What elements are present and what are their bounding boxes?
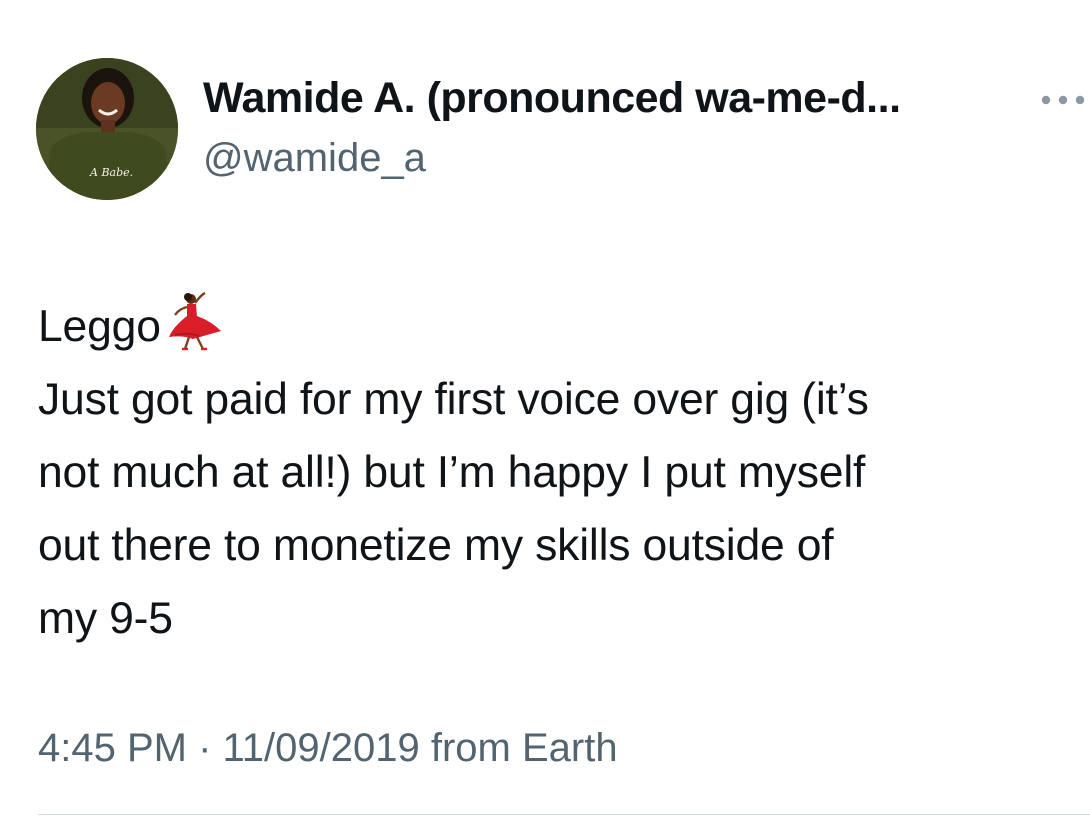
- tweet: A Babe. Wamide A. (pronounced wa-me-d...…: [0, 0, 1090, 822]
- tweet-time[interactable]: 4:45 PM: [38, 726, 187, 770]
- username-handle[interactable]: @wamide_a: [203, 136, 426, 181]
- divider: [38, 814, 1090, 815]
- avatar[interactable]: A Babe.: [36, 58, 178, 200]
- tweet-text: Leggo Just got paid for my first voice o…: [38, 290, 1068, 655]
- tweet-metadata: 4:45 PM · 11/09/2019 from Earth: [38, 726, 618, 771]
- tweet-source: from Earth: [419, 726, 618, 770]
- tweet-line: not much at all!) but I’m happy I put my…: [38, 448, 866, 497]
- avatar-image: A Babe.: [36, 58, 178, 200]
- tweet-date[interactable]: 11/09/2019: [223, 726, 420, 770]
- display-name[interactable]: Wamide A. (pronounced wa-me-d...: [203, 74, 901, 123]
- tweet-line: out there to monetize my skills outside …: [38, 521, 834, 570]
- tweet-line: Just got paid for my first voice over gi…: [38, 375, 869, 424]
- tweet-line: my 9-5: [38, 594, 173, 643]
- tweet-line-text: Leggo: [38, 302, 161, 351]
- meta-separator: ·: [186, 726, 223, 770]
- tweet-line: Leggo: [38, 290, 1068, 363]
- dancing-woman-emoji: [163, 291, 225, 353]
- more-horizontal-icon[interactable]: [1040, 92, 1086, 108]
- avatar-shirt-text: A Babe.: [89, 166, 133, 179]
